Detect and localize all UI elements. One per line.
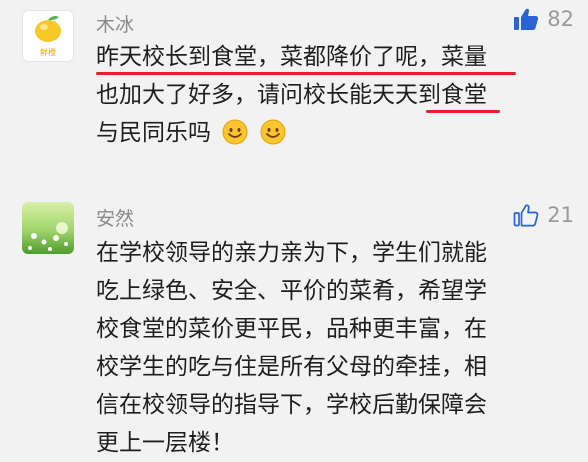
red-underline-annotation [426,110,500,113]
comment-line: 吃上绿色、安全、平价的菜肴，希望学 [96,278,487,304]
username[interactable]: 木冰 [96,10,134,37]
avatar[interactable] [22,202,74,254]
comment-line: 与民同乐吗 [96,114,580,152]
like-count: 21 [547,203,574,227]
like-button[interactable]: 82 [513,4,574,34]
comment-line-text: 与民同乐吗 [96,120,211,146]
red-underline-annotation [96,72,516,75]
comment-line: 也加大了好多，请问校长能天天到食堂 [96,76,580,114]
smile-emoji-icon [222,119,248,145]
comment-line: 昨天校长到食堂，菜都降价了呢，菜量 [96,38,580,76]
comment-text: 昨天校长到食堂，菜都降价了呢，菜量 也加大了好多，请问校长能天天到食堂 与民同乐… [96,38,580,152]
smile-emoji-icon [260,119,286,145]
like-button[interactable]: 21 [513,200,574,230]
comment-line: 在学校领导的亲力亲为下，学生们就能 [96,240,487,266]
like-count: 82 [547,7,574,31]
thumbs-up-filled-icon [514,8,539,30]
comment-item: 鲜橙 木冰 82 昨天校长到食堂，菜都降价了呢，菜量 也加大了好多，请问校长能天… [0,0,588,190]
comment-line-text: 也加大了好多，请问校长能天天到食堂 [96,82,487,108]
flower-field-avatar-icon [22,202,74,254]
comment-item: 安然 21 在学校领导的亲力亲为下，学生们就能 吃上绿色、安全、平价的菜肴，希望… [0,196,588,456]
comment-line: 校学生的吃与住是所有父母的牵挂，相 [96,354,487,380]
comment-line: 信在校领导的指导下，学校后勤保障会 [96,392,487,418]
comment-text: 在学校领导的亲力亲为下，学生们就能 吃上绿色、安全、平价的菜肴，希望学 校食堂的… [96,234,580,462]
lemon-avatar-icon: 鲜橙 [23,11,73,61]
comment-line: 校食堂的菜价更平民，品种更丰富，在 [96,316,487,342]
thumbs-up-outline-icon [513,204,539,227]
username[interactable]: 安然 [96,204,134,231]
avatar-brand-text: 鲜橙 [40,47,56,57]
comment-line: 更上一层楼！ [96,430,234,456]
avatar[interactable]: 鲜橙 [22,10,74,62]
comment-line-text: 昨天校长到食堂，菜都降价了呢，菜量 [96,44,487,70]
